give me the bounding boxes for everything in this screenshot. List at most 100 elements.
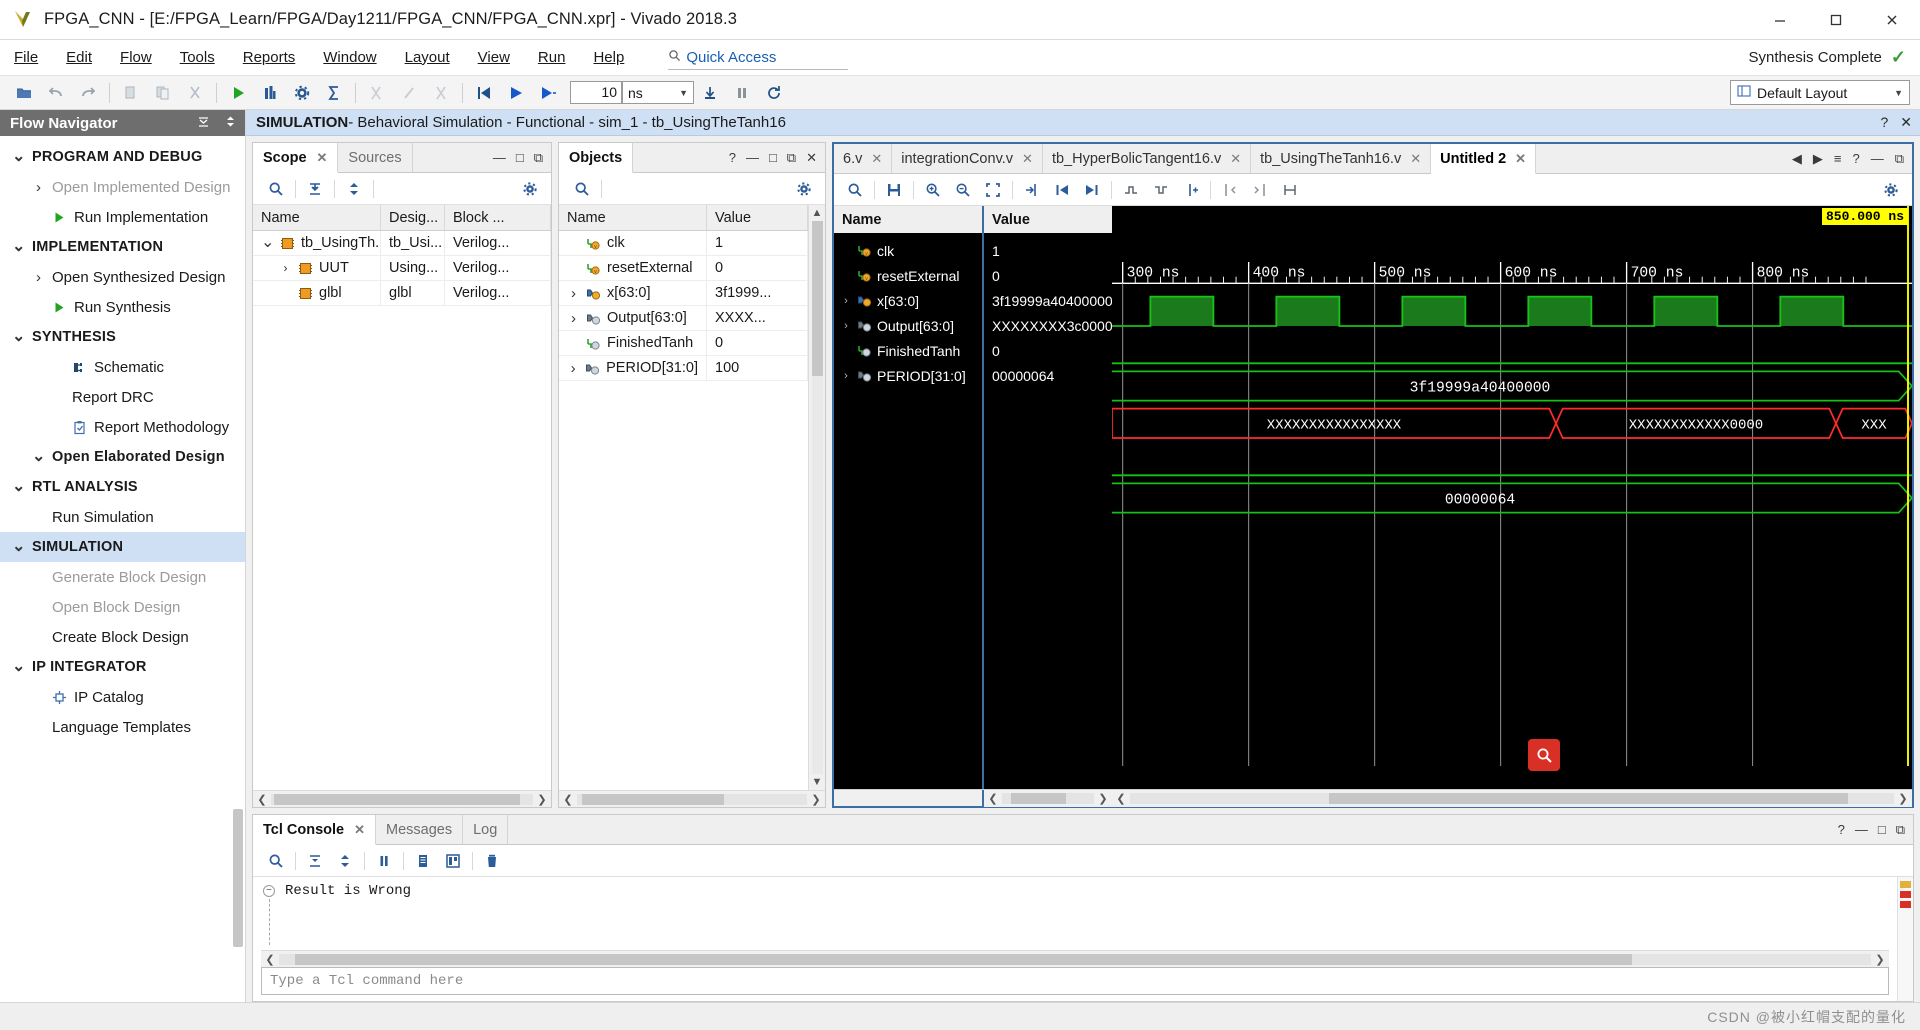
flow-nav-item-run-simulation[interactable]: Run Simulation <box>0 502 245 532</box>
expand-collapse-icon[interactable] <box>339 176 369 202</box>
chevron-right-icon[interactable]: › <box>32 269 45 286</box>
flow-nav-item-run-implementation[interactable]: Run Implementation <box>0 202 245 232</box>
menu-edit[interactable]: Edit <box>52 40 106 76</box>
open-project-icon[interactable] <box>8 78 40 108</box>
flow-nav-item-language-templates[interactable]: Language Templates <box>0 712 245 742</box>
maximize-button[interactable] <box>1808 0 1864 40</box>
next-marker-icon[interactable] <box>1245 177 1275 203</box>
help-icon[interactable]: ? <box>1852 151 1859 166</box>
menu-help[interactable]: Help <box>579 40 638 76</box>
search-icon[interactable] <box>567 176 597 202</box>
scroll-right-icon[interactable]: ❯ <box>809 793 823 806</box>
table-row[interactable]: ›Output[63:0]XXXX... <box>559 306 808 331</box>
quick-access-input[interactable] <box>686 49 826 66</box>
quick-access[interactable] <box>668 46 848 70</box>
chevron-right-icon[interactable]: › <box>32 179 45 196</box>
cancel-icon[interactable] <box>425 78 457 108</box>
sigma-icon[interactable] <box>318 78 350 108</box>
zoom-icon[interactable] <box>1528 739 1560 771</box>
collapse-all-icon[interactable] <box>197 115 210 132</box>
chevron-right-icon[interactable]: › <box>567 285 580 302</box>
float-icon[interactable]: ⧉ <box>534 150 543 166</box>
minimize-icon[interactable]: — <box>746 150 759 165</box>
float-icon[interactable]: ⧉ <box>1895 151 1904 167</box>
undo-icon[interactable] <box>40 78 72 108</box>
scope-hscrollbar[interactable]: ❮ ❯ <box>253 790 551 807</box>
menu-window[interactable]: Window <box>309 40 390 76</box>
sim-help-icon[interactable]: ? <box>1880 114 1888 131</box>
run-for-icon[interactable] <box>532 78 564 108</box>
prev-transition-icon[interactable] <box>1116 177 1146 203</box>
scroll-down-icon[interactable]: ▼ <box>812 776 823 788</box>
tab-next-icon[interactable]: ▶ <box>1813 151 1823 167</box>
scroll-right-icon[interactable]: ❯ <box>1896 792 1910 805</box>
editor-tab-tb-hyperbolictangent16-v[interactable]: tb_HyperBolicTangent16.v✕ <box>1043 144 1251 173</box>
waveform-signal-row[interactable]: FinishedTanh <box>834 338 982 363</box>
run-all-icon[interactable] <box>500 78 532 108</box>
pause-icon[interactable] <box>369 848 399 874</box>
menu-layout[interactable]: Layout <box>391 40 464 76</box>
menu-run[interactable]: Run <box>524 40 580 76</box>
editor-tab-6-v[interactable]: 6.v✕ <box>834 144 892 173</box>
collapse-all-icon[interactable] <box>300 848 330 874</box>
waveform-signal-row[interactable]: ›Output[63:0] <box>834 313 982 338</box>
flow-nav-item-open-block-design[interactable]: Open Block Design <box>0 592 245 622</box>
table-row[interactable]: vclk1 <box>559 231 808 256</box>
chevron-right-icon[interactable]: › <box>567 310 580 327</box>
menu-reports[interactable]: Reports <box>229 40 310 76</box>
table-row[interactable]: ›UUTUsing...Verilog... <box>253 256 551 281</box>
menu-tools[interactable]: Tools <box>166 40 229 76</box>
flow-nav-item-simulation[interactable]: ⌄SIMULATION <box>0 532 245 562</box>
tab-list-icon[interactable]: ≡ <box>1834 151 1842 166</box>
float-icon[interactable]: ⧉ <box>1896 822 1905 838</box>
relaunch-icon[interactable] <box>758 78 790 108</box>
flow-nav-item-open-synthesized-design[interactable]: ›Open Synthesized Design <box>0 262 245 292</box>
waveform-signal-row[interactable]: vresetExternal <box>834 263 982 288</box>
scroll-right-icon[interactable]: ❯ <box>535 793 549 806</box>
menu-file[interactable]: File <box>0 40 52 76</box>
restart-sim-icon[interactable] <box>468 78 500 108</box>
flow-nav-item-synthesis[interactable]: ⌄SYNTHESIS <box>0 322 245 352</box>
table-row[interactable]: FinishedTanh0 <box>559 331 808 356</box>
chevron-down-icon[interactable]: ⌄ <box>12 153 25 161</box>
flow-nav-item-open-implemented-design[interactable]: ›Open Implemented Design <box>0 172 245 202</box>
float-icon[interactable]: ⧉ <box>787 150 796 166</box>
tab-sources[interactable]: Sources <box>338 143 412 172</box>
simulation-time-input[interactable]: 10 <box>570 81 622 104</box>
scroll-left-icon[interactable]: ❮ <box>986 792 1000 805</box>
close-icon[interactable]: ✕ <box>354 822 365 838</box>
scroll-right-icon[interactable]: ❯ <box>1873 953 1887 966</box>
goto-start-icon[interactable] <box>1047 177 1077 203</box>
tab-scope[interactable]: Scope ✕ <box>253 143 338 173</box>
maximize-icon[interactable]: □ <box>769 150 777 165</box>
flow-nav-item-program-and-debug[interactable]: ⌄PROGRAM AND DEBUG <box>0 142 245 172</box>
prev-marker-icon[interactable] <box>1215 177 1245 203</box>
cut-icon[interactable] <box>179 78 211 108</box>
close-icon[interactable]: ✕ <box>1410 151 1421 167</box>
reset-run-icon[interactable] <box>361 78 393 108</box>
expand-collapse-icon[interactable] <box>224 115 237 132</box>
report-icon[interactable] <box>254 78 286 108</box>
scroll-right-icon[interactable]: ❯ <box>1096 792 1110 805</box>
tab-messages[interactable]: Messages <box>376 815 463 844</box>
waveform-signal-row[interactable]: vclk <box>834 238 982 263</box>
flow-nav-item-rtl-analysis[interactable]: ⌄RTL ANALYSIS <box>0 472 245 502</box>
console-minimap[interactable] <box>1897 877 1913 1001</box>
close-icon[interactable]: ✕ <box>1515 151 1526 167</box>
waveform-hscrollbar[interactable]: ❮ ❯ <box>1112 790 1912 807</box>
flow-nav-item-implementation[interactable]: ⌄IMPLEMENTATION <box>0 232 245 262</box>
goto-end-icon[interactable] <box>1077 177 1107 203</box>
layout-select[interactable]: Default Layout ▼ <box>1730 80 1910 105</box>
chevron-right-icon[interactable]: › <box>840 370 852 382</box>
flow-nav-item-create-block-design[interactable]: Create Block Design <box>0 622 245 652</box>
zoom-out-icon[interactable] <box>948 177 978 203</box>
expand-collapse-icon[interactable] <box>330 848 360 874</box>
table-row[interactable]: vresetExternal0 <box>559 256 808 281</box>
gear-icon[interactable] <box>789 176 819 202</box>
close-icon[interactable]: ✕ <box>806 150 817 166</box>
zoom-in-icon[interactable] <box>918 177 948 203</box>
tab-log[interactable]: Log <box>463 815 508 844</box>
table-row[interactable]: ⌄tb_UsingTh...tb_Usi...Verilog... <box>253 231 551 256</box>
table-row[interactable]: ›x[63:0]3f1999... <box>559 281 808 306</box>
table-row[interactable]: ›PERIOD[31:0]100 <box>559 356 808 381</box>
